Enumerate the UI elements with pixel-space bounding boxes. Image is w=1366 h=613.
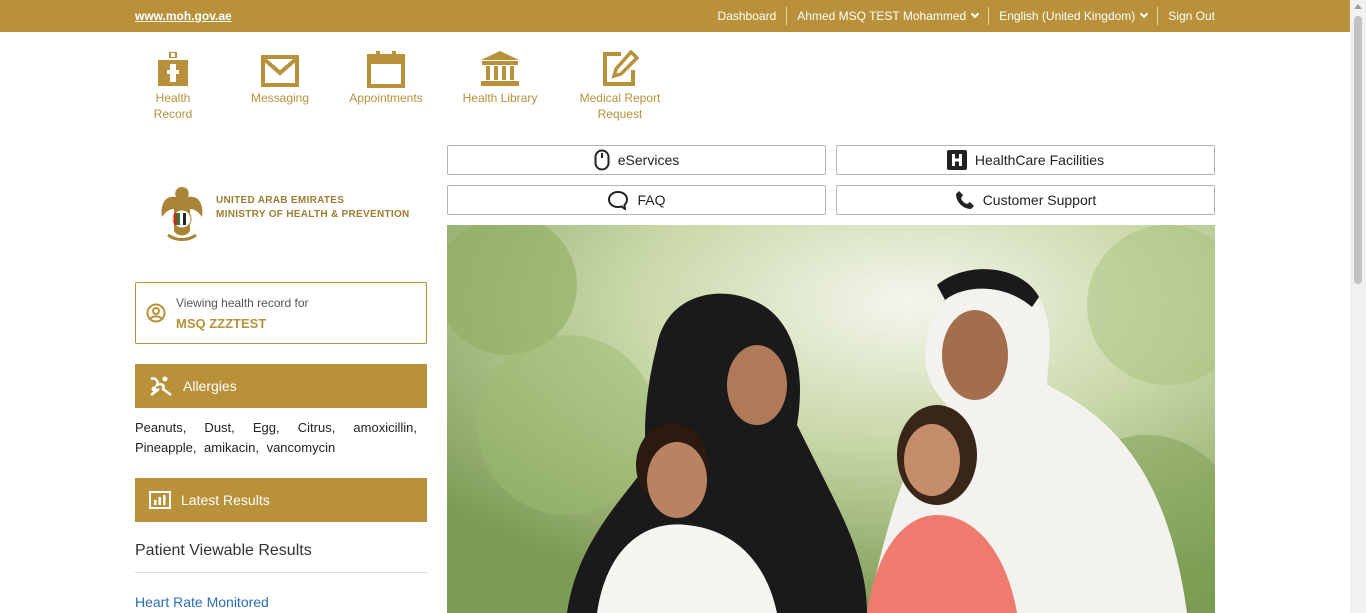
language-menu[interactable]: English (United Kingdom) [989, 7, 1159, 25]
sign-out-link[interactable]: Sign Out [1158, 7, 1215, 25]
quicknav-health-library[interactable]: Health Library [460, 50, 540, 106]
sign-out-label: Sign Out [1168, 9, 1215, 23]
chevron-down-icon [970, 9, 980, 19]
quicknav-label: Appointments [349, 91, 423, 105]
hero-family-image [447, 225, 1215, 613]
latest-results-title: Latest Results [181, 492, 270, 508]
support-label: Customer Support [982, 192, 1097, 208]
allergy-icon [149, 375, 173, 397]
quicknav-label-line1: Medical Report [579, 91, 661, 105]
chevron-down-icon [1140, 9, 1149, 19]
results-subtitle: Patient Viewable Results [135, 542, 312, 559]
user-name: Ahmed MSQ TEST Mohammed [797, 9, 967, 23]
hospital-icon [946, 150, 967, 170]
uae-emblem-icon [161, 187, 203, 241]
quicknav-label-line2: Request [597, 107, 643, 121]
quicknav-label: Health Library [462, 91, 538, 105]
top-nav: Dashboard Ahmed MSQ TEST Mohammed Englis… [708, 0, 1215, 32]
language-label: English (United Kingdom) [999, 9, 1136, 23]
site-link[interactable]: www.moh.gov.ae [135, 9, 232, 23]
allergy-list: Peanuts, Dust, Egg, Citrus, amoxicillin,… [135, 420, 417, 455]
quicknav-medical-report[interactable]: Medical Report Request [575, 50, 665, 122]
quicknav-health-record[interactable]: Health Record [135, 50, 211, 122]
quicknav-messaging[interactable]: Messaging [248, 50, 312, 106]
eservices-button[interactable]: eServices [447, 145, 826, 175]
library-icon [460, 50, 540, 88]
patient-name: MSQ ZZZTEST [176, 316, 267, 331]
bar-chart-icon [149, 491, 171, 509]
edit-icon [575, 50, 665, 88]
page-scrollbar[interactable] [1350, 0, 1366, 613]
customer-support-button[interactable]: Customer Support [836, 185, 1215, 215]
user-menu[interactable]: Ahmed MSQ TEST Mohammed [787, 7, 990, 25]
chat-bubble-icon [607, 190, 629, 210]
logo-text-line1: UNITED ARAB EMIRATES [216, 195, 345, 206]
calendar-icon [347, 50, 425, 88]
divider [135, 572, 427, 573]
faq-button[interactable]: FAQ [447, 185, 826, 215]
latest-results-header[interactable]: Latest Results [135, 478, 427, 522]
dashboard-link[interactable]: Dashboard [708, 7, 788, 25]
viewing-record-box: Viewing health record for MSQ ZZZTEST [135, 282, 427, 344]
healthcare-facilities-button[interactable]: HealthCare Facilities [836, 145, 1215, 175]
heart-rate-link[interactable]: Heart Rate Monitored [135, 594, 269, 610]
faq-label: FAQ [637, 192, 666, 208]
moh-logo: UNITED ARAB EMIRATES MINISTRY OF HEALTH … [158, 183, 410, 243]
eservices-label: eServices [617, 152, 680, 168]
mouse-icon [594, 149, 610, 171]
phone-icon [955, 190, 975, 210]
allergies-title: Allergies [183, 378, 237, 394]
family-photo [447, 225, 1215, 613]
health-record-icon [135, 50, 211, 88]
allergies-header[interactable]: Allergies [135, 364, 427, 408]
person-icon [146, 303, 166, 323]
envelope-icon [248, 50, 312, 88]
logo-text-line2: MINISTRY OF HEALTH & PREVENTION [216, 209, 410, 220]
viewing-label: Viewing health record for [176, 296, 309, 310]
quicknav-label: Messaging [250, 91, 310, 105]
scroll-up-icon[interactable] [1354, 4, 1362, 9]
scroll-thumb[interactable] [1354, 16, 1362, 284]
quicknav-label: Health Record [153, 91, 193, 121]
dashboard-label: Dashboard [717, 9, 777, 23]
top-bar: www.moh.gov.ae Dashboard Ahmed MSQ TEST … [0, 0, 1350, 32]
facilities-label: HealthCare Facilities [974, 152, 1105, 168]
quicknav-appointments[interactable]: Appointments [347, 50, 425, 106]
